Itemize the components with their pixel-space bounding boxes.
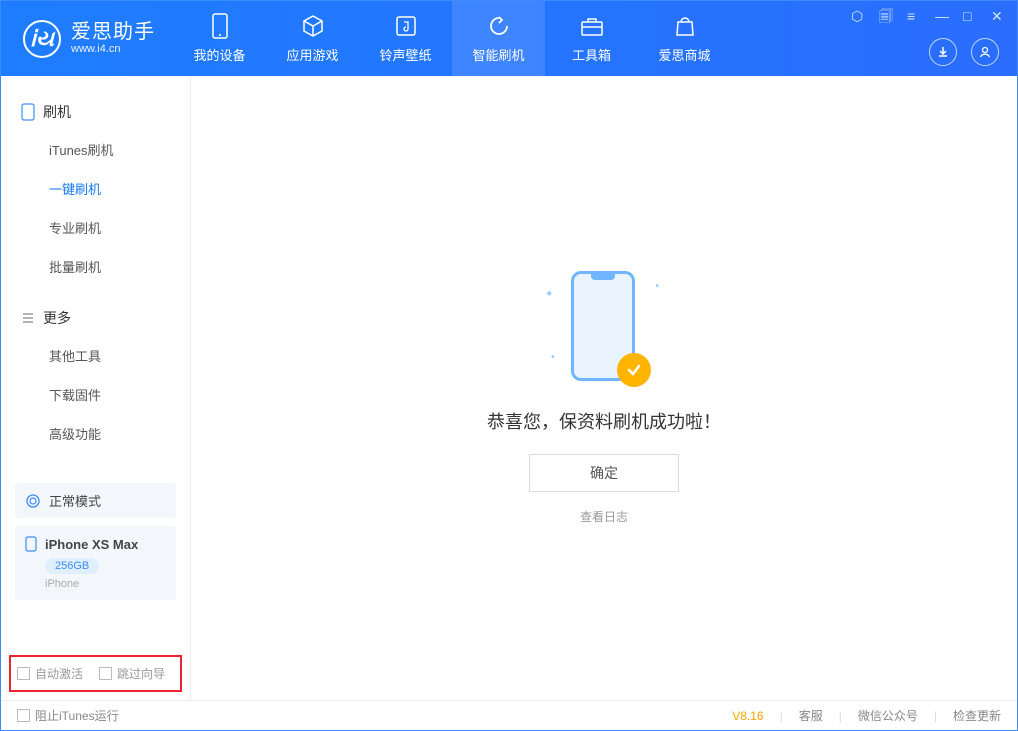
- cube-icon: [300, 13, 326, 39]
- sidebar-section-more: 更多: [1, 300, 190, 336]
- app-header: ⅰય 爱思助手 www.i4.cn 我的设备 应用游戏 铃声壁纸 智能刷机 工具…: [1, 1, 1017, 76]
- close-icon[interactable]: ✕: [991, 9, 1005, 23]
- tab-label: 应用游戏: [286, 45, 338, 64]
- device-name-row: iPhone XS Max: [25, 536, 166, 552]
- tab-store[interactable]: 爱思商城: [638, 1, 731, 76]
- sparkle-icon: •: [655, 281, 659, 292]
- app-title: 爱思助手: [71, 21, 155, 43]
- device-status[interactable]: 正常模式: [15, 483, 176, 518]
- logo-icon: ⅰય: [23, 20, 61, 58]
- window-controls: ⬡ 🗐 ≡ — □ ✕: [851, 9, 1005, 23]
- logo-area: ⅰય 爱思助手 www.i4.cn: [1, 1, 173, 76]
- tab-toolbox[interactable]: 工具箱: [545, 1, 638, 76]
- cb-label: 自动激活: [35, 665, 83, 682]
- bag-icon: [672, 13, 698, 39]
- separator: |: [780, 709, 783, 723]
- user-icon[interactable]: [971, 38, 999, 66]
- ok-button[interactable]: 确定: [529, 454, 679, 492]
- sidebar-item-oneclick[interactable]: 一键刷机: [1, 169, 190, 208]
- cb-label: 阻止iTunes运行: [35, 707, 119, 724]
- checkbox-icon: [17, 709, 30, 722]
- version-text: V8.16: [732, 709, 763, 723]
- tab-label: 智能刷机: [472, 45, 524, 64]
- sync-icon: [25, 493, 41, 509]
- sidebar-item-advanced[interactable]: 高级功能: [1, 414, 190, 453]
- cb-label: 跳过向导: [117, 665, 165, 682]
- device-name-text: iPhone XS Max: [45, 537, 138, 552]
- device-type: iPhone: [45, 578, 166, 590]
- tab-flash[interactable]: 智能刷机: [452, 1, 545, 76]
- status-text: 正常模式: [49, 491, 101, 510]
- toolbox-icon: [579, 13, 605, 39]
- tab-apps[interactable]: 应用游戏: [266, 1, 359, 76]
- tab-label: 我的设备: [193, 45, 245, 64]
- main-content: ✦ • • 恭喜您，保资料刷机成功啦！ 确定 查看日志: [191, 76, 1017, 700]
- check-update-link[interactable]: 检查更新: [953, 707, 1001, 724]
- checkbox-icon: [99, 667, 112, 680]
- sparkle-icon: ✦: [545, 289, 553, 300]
- separator: |: [934, 709, 937, 723]
- nav-tabs: 我的设备 应用游戏 铃声壁纸 智能刷机 工具箱 爱思商城: [173, 1, 731, 76]
- success-check-icon: [617, 353, 651, 387]
- sidebar: 刷机 iTunes刷机 一键刷机 专业刷机 批量刷机 更多 其他工具 下载固件 …: [1, 76, 191, 700]
- tab-my-device[interactable]: 我的设备: [173, 1, 266, 76]
- music-icon: [393, 13, 419, 39]
- success-message: 恭喜您，保资料刷机成功啦！: [487, 408, 721, 434]
- tab-label: 爱思商城: [658, 45, 710, 64]
- phone-small-icon: [25, 536, 37, 552]
- note-icon[interactable]: 🗐: [879, 9, 893, 23]
- cb-auto-activate[interactable]: 自动激活: [17, 665, 83, 682]
- sidebar-item-othertools[interactable]: 其他工具: [1, 336, 190, 375]
- sidebar-item-download-fw[interactable]: 下载固件: [1, 375, 190, 414]
- tab-ringtones[interactable]: 铃声壁纸: [359, 1, 452, 76]
- checkbox-icon: [17, 667, 30, 680]
- phone-notch: [591, 274, 615, 280]
- highlighted-checkboxes: 自动激活 跳过向导: [9, 655, 182, 692]
- maximize-icon[interactable]: □: [963, 9, 977, 23]
- wechat-link[interactable]: 微信公众号: [858, 707, 918, 724]
- minimize-icon[interactable]: —: [935, 9, 949, 23]
- list-icon: [21, 311, 35, 325]
- sidebar-section-flash: 刷机: [1, 94, 190, 130]
- separator: |: [839, 709, 842, 723]
- device-info[interactable]: iPhone XS Max 256GB iPhone: [15, 526, 176, 600]
- sidebar-item-batch[interactable]: 批量刷机: [1, 247, 190, 286]
- cb-block-itunes[interactable]: 阻止iTunes运行: [17, 707, 119, 724]
- sidebar-item-itunes[interactable]: iTunes刷机: [1, 130, 190, 169]
- footer: 阻止iTunes运行 V8.16 | 客服 | 微信公众号 | 检查更新: [1, 700, 1017, 730]
- body-area: 刷机 iTunes刷机 一键刷机 专业刷机 批量刷机 更多 其他工具 下载固件 …: [1, 76, 1017, 700]
- device-icon: [21, 103, 35, 121]
- device-panel: 正常模式 iPhone XS Max 256GB iPhone: [15, 483, 176, 600]
- download-icon[interactable]: [929, 38, 957, 66]
- refresh-icon: [486, 13, 512, 39]
- cb-skip-guide[interactable]: 跳过向导: [99, 665, 165, 682]
- header-right-icons: [929, 38, 999, 66]
- footer-right: V8.16 | 客服 | 微信公众号 | 检查更新: [732, 707, 1001, 724]
- shirt-icon[interactable]: ⬡: [851, 9, 865, 23]
- sidebar-item-pro[interactable]: 专业刷机: [1, 208, 190, 247]
- tab-label: 铃声壁纸: [379, 45, 431, 64]
- section-title: 更多: [43, 308, 71, 328]
- support-link[interactable]: 客服: [799, 707, 823, 724]
- sparkle-icon: •: [551, 352, 555, 363]
- tab-label: 工具箱: [572, 45, 611, 64]
- section-title: 刷机: [43, 102, 71, 122]
- app-url: www.i4.cn: [71, 43, 155, 55]
- menu-icon[interactable]: ≡: [907, 9, 921, 23]
- capacity-badge: 256GB: [45, 558, 99, 574]
- phone-icon: [207, 13, 233, 39]
- view-log-link[interactable]: 查看日志: [580, 508, 628, 525]
- logo-text: 爱思助手 www.i4.cn: [71, 21, 155, 55]
- success-illustration: ✦ • •: [559, 271, 649, 391]
